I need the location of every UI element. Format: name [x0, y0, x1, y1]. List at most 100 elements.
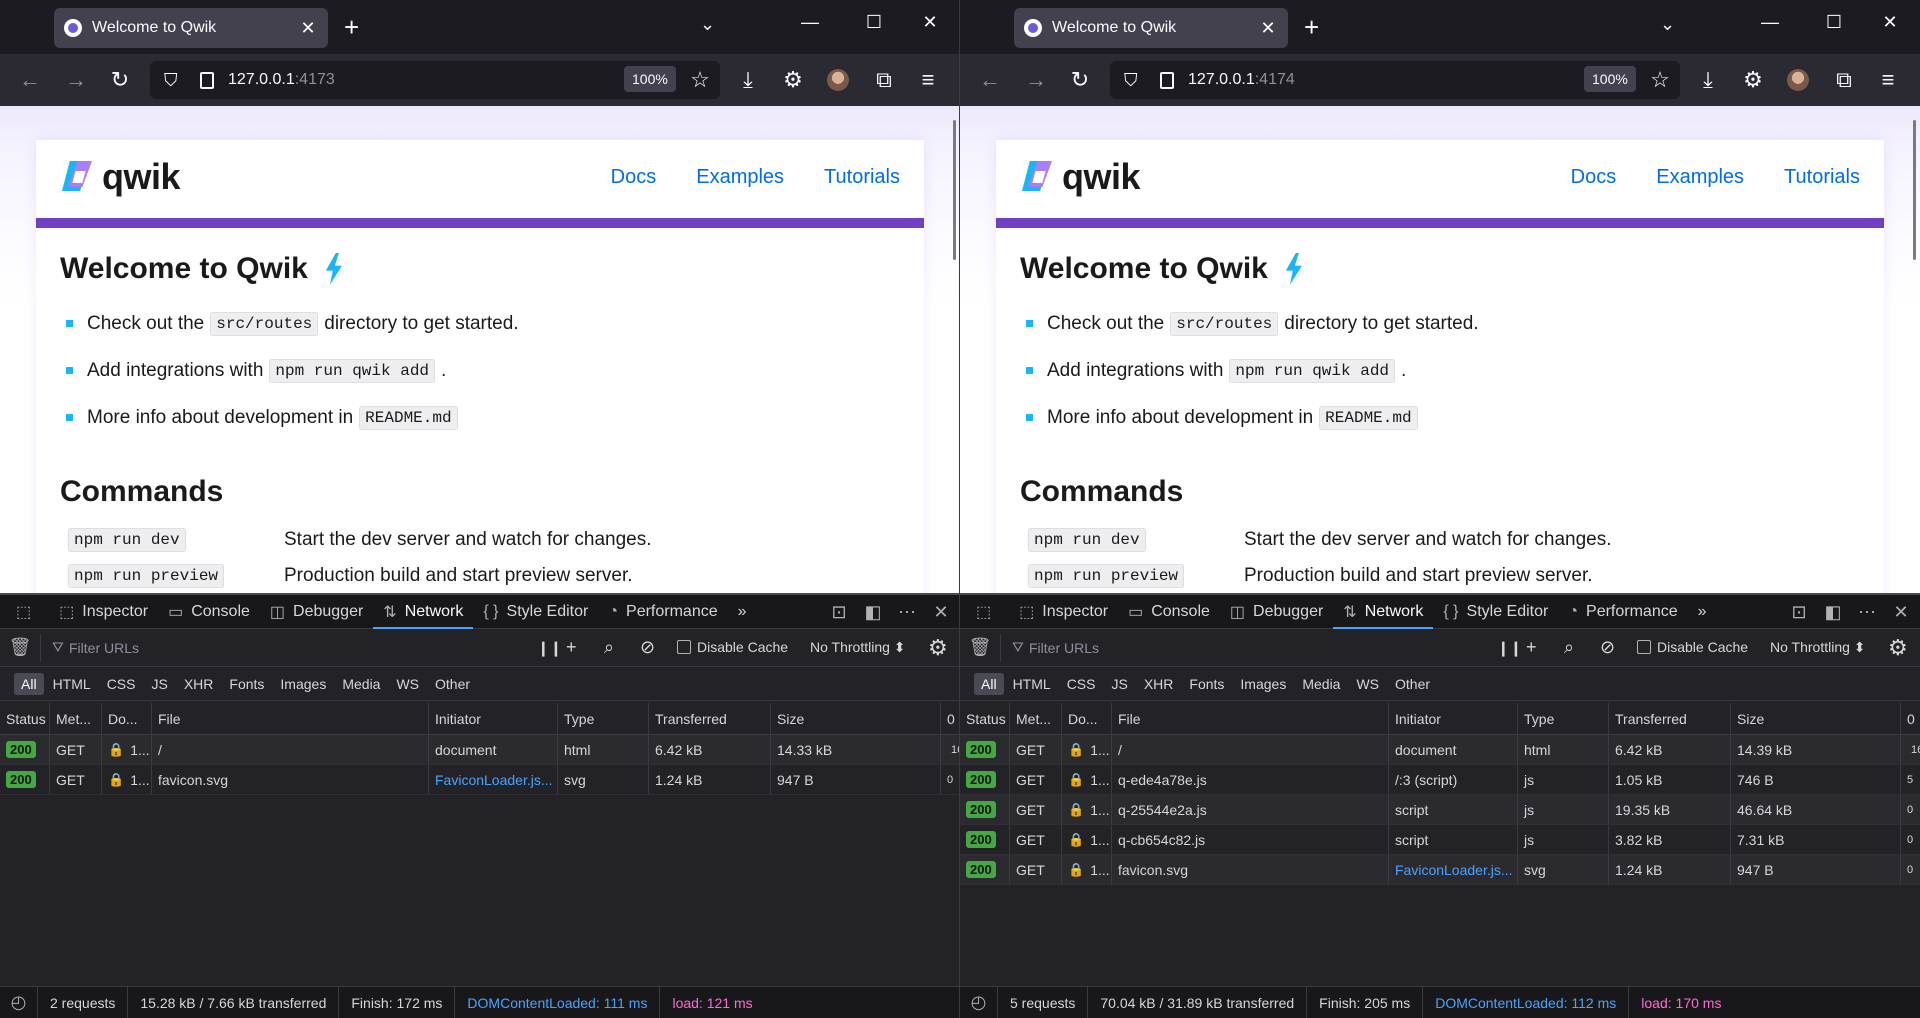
- new-tab-icon[interactable]: +: [344, 12, 359, 42]
- browser-tab[interactable]: Welcome to Qwik ✕: [54, 8, 328, 48]
- search-icon[interactable]: ⌕: [1564, 637, 1574, 658]
- table-row[interactable]: 200 GET 🔒 1... / document html 6.42 kB 14.33 kB 1…: [0, 735, 959, 765]
- devtools-tab-style-editor[interactable]: { } Style Editor: [473, 595, 598, 629]
- column-header[interactable]: Type: [1518, 703, 1609, 734]
- bookmark-star-icon[interactable]: ☆: [1646, 67, 1674, 93]
- column-header[interactable]: Met...: [1010, 703, 1062, 734]
- extensions-icon[interactable]: ⧉: [1830, 67, 1858, 93]
- column-header[interactable]: File: [152, 703, 429, 734]
- settings-gear-icon[interactable]: ⚙: [779, 67, 807, 93]
- block-requests-icon[interactable]: ⊘: [640, 637, 655, 658]
- search-icon[interactable]: ⌕: [604, 637, 614, 658]
- devtools-tab-inspector[interactable]: ⬚ Inspector: [49, 595, 158, 629]
- type-filter-images[interactable]: Images: [273, 673, 333, 695]
- performance-analysis-icon[interactable]: ◴: [960, 986, 998, 1018]
- shield-icon[interactable]: ⛉: [164, 70, 186, 91]
- more-options-icon[interactable]: ⋯: [1850, 602, 1884, 623]
- add-request-icon[interactable]: +: [566, 637, 577, 658]
- table-row[interactable]: 200 GET 🔒 1... q-ede4a78e.js /:3 (script) js 1.…: [960, 765, 1920, 795]
- type-filter-other[interactable]: Other: [428, 673, 477, 695]
- devtools-tab-console[interactable]: ▭ Console: [158, 595, 260, 629]
- type-filter-media[interactable]: Media: [335, 673, 387, 695]
- zoom-level-button[interactable]: 100%: [1584, 66, 1636, 92]
- close-devtools-icon[interactable]: ✕: [1884, 602, 1918, 623]
- type-filter-fonts[interactable]: Fonts: [222, 673, 271, 695]
- zoom-level-button[interactable]: 100%: [624, 66, 676, 92]
- table-row[interactable]: 200 GET 🔒 1... favicon.svg FaviconLoader.js..…: [0, 765, 959, 795]
- column-header[interactable]: Status: [0, 703, 50, 734]
- browser-tab[interactable]: Welcome to Qwik ✕: [1014, 8, 1288, 48]
- reload-icon[interactable]: ↻: [1066, 67, 1094, 93]
- type-filter-js[interactable]: JS: [144, 673, 174, 695]
- type-filter-css[interactable]: CSS: [100, 673, 143, 695]
- column-header[interactable]: Type: [558, 703, 649, 734]
- qwik-logo[interactable]: qwik: [60, 156, 181, 198]
- close-window-icon[interactable]: ✕: [1870, 12, 1910, 33]
- devtools-tab-debugger[interactable]: ◫ Debugger: [1220, 595, 1333, 629]
- type-filter-js[interactable]: JS: [1104, 673, 1134, 695]
- type-filter-all[interactable]: All: [14, 672, 44, 695]
- column-header[interactable]: Status: [960, 703, 1010, 734]
- new-tab-icon[interactable]: +: [1304, 12, 1319, 42]
- downloads-icon[interactable]: ⤓: [734, 67, 762, 93]
- performance-analysis-icon[interactable]: ◴: [0, 986, 38, 1018]
- element-picker-icon[interactable]: ⬚: [6, 595, 49, 629]
- shield-icon[interactable]: ⛉: [1124, 70, 1146, 91]
- type-filter-ws[interactable]: WS: [389, 673, 426, 695]
- menu-hamburger-icon[interactable]: ≡: [1874, 67, 1902, 93]
- devtools-tab-console[interactable]: ▭ Console: [1118, 595, 1220, 629]
- add-request-icon[interactable]: +: [1526, 637, 1537, 658]
- page-scrollbar[interactable]: [1913, 120, 1916, 260]
- close-tab-icon[interactable]: ✕: [298, 18, 318, 39]
- filter-urls-input[interactable]: [40, 633, 520, 662]
- extensions-icon[interactable]: ⧉: [870, 67, 898, 93]
- type-filter-xhr[interactable]: XHR: [1137, 673, 1181, 695]
- account-avatar[interactable]: [827, 69, 849, 91]
- menu-hamburger-icon[interactable]: ≡: [914, 67, 942, 93]
- disable-cache-checkbox[interactable]: Disable Cache: [1637, 639, 1748, 655]
- throttling-select[interactable]: No Throttling ⬍: [810, 639, 906, 656]
- table-row[interactable]: 200 GET 🔒 1... q-cb654c82.js script js 3.82 kB 7…: [960, 825, 1920, 855]
- nav-link-tutorials[interactable]: Tutorials: [1784, 166, 1860, 189]
- back-icon[interactable]: ←: [16, 67, 44, 93]
- type-filter-all[interactable]: All: [974, 672, 1004, 695]
- nav-link-examples[interactable]: Examples: [696, 166, 784, 189]
- more-options-icon[interactable]: ⋯: [890, 602, 924, 623]
- type-filter-html[interactable]: HTML: [1006, 673, 1058, 695]
- column-header[interactable]: Met...: [50, 703, 102, 734]
- maximize-icon[interactable]: ☐: [854, 12, 894, 33]
- table-row[interactable]: 200 GET 🔒 1... favicon.svg FaviconLoader.js..…: [960, 855, 1920, 885]
- initiator-link[interactable]: FaviconLoader.js...: [435, 772, 553, 788]
- settings-gear-icon[interactable]: ⚙: [1739, 67, 1767, 93]
- list-all-tabs-icon[interactable]: ⌄: [700, 14, 715, 35]
- column-header[interactable]: Size: [1731, 703, 1901, 734]
- column-header[interactable]: File: [1112, 703, 1389, 734]
- more-tools-icon[interactable]: »: [728, 595, 757, 629]
- bookmark-star-icon[interactable]: ☆: [686, 67, 714, 93]
- type-filter-xhr[interactable]: XHR: [177, 673, 221, 695]
- maximize-icon[interactable]: ☐: [1814, 12, 1854, 33]
- type-filter-fonts[interactable]: Fonts: [1182, 673, 1231, 695]
- type-filter-ws[interactable]: WS: [1349, 673, 1386, 695]
- devtools-tab-style-editor[interactable]: { } Style Editor: [1433, 595, 1558, 629]
- network-settings-gear-icon[interactable]: ⚙: [1888, 635, 1908, 661]
- dock-side-icon[interactable]: ◧: [856, 602, 890, 623]
- minimize-icon[interactable]: —: [790, 12, 830, 33]
- table-row[interactable]: 200 GET 🔒 1... q-25544e2a.js script js 19.35 kB…: [960, 795, 1920, 825]
- column-header[interactable]: Initiator: [1389, 703, 1518, 734]
- nav-link-docs[interactable]: Docs: [611, 166, 657, 189]
- column-header[interactable]: Size: [771, 703, 941, 734]
- column-header[interactable]: 0: [941, 703, 959, 734]
- column-header[interactable]: Do...: [102, 703, 152, 734]
- nav-link-examples[interactable]: Examples: [1656, 166, 1744, 189]
- devtools-tab-inspector[interactable]: ⬚ Inspector: [1009, 595, 1118, 629]
- disable-cache-checkbox[interactable]: Disable Cache: [677, 639, 788, 655]
- network-settings-gear-icon[interactable]: ⚙: [928, 635, 948, 661]
- filter-urls-input[interactable]: [1000, 633, 1480, 662]
- devtools-tab-performance[interactable]: ◔ Performance: [1558, 595, 1687, 629]
- nav-link-tutorials[interactable]: Tutorials: [824, 166, 900, 189]
- clear-log-trash-icon[interactable]: 🗑: [960, 637, 1000, 658]
- type-filter-css[interactable]: CSS: [1060, 673, 1103, 695]
- page-scrollbar[interactable]: [953, 120, 956, 260]
- column-header[interactable]: Transferred: [1609, 703, 1731, 734]
